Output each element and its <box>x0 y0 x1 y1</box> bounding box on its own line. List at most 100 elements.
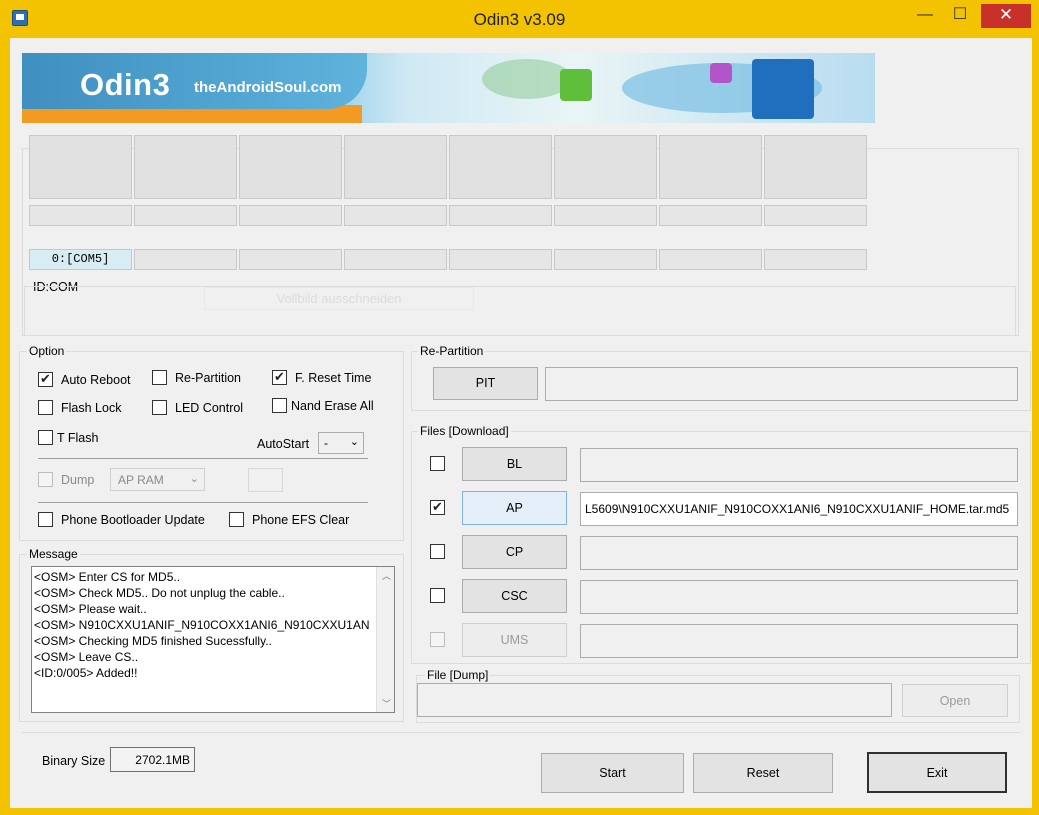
close-icon[interactable]: ✕ <box>981 4 1031 28</box>
slot-progress <box>764 205 867 226</box>
flash-lock-checkbox[interactable] <box>38 400 53 415</box>
dump-type-select[interactable]: AP RAM ⌄ <box>110 468 205 491</box>
message-line: <ID:0/005> Added!! <box>34 666 138 680</box>
device-slot <box>554 135 657 199</box>
slot-progress <box>29 205 132 226</box>
autostart-label: AutoStart <box>257 437 310 451</box>
exit-button[interactable]: Exit <box>867 752 1007 793</box>
download-blue-icon <box>752 59 814 119</box>
message-title: Message <box>27 547 80 561</box>
phone-efs-clear-checkbox[interactable] <box>229 512 244 527</box>
com-port-slot <box>239 249 342 270</box>
device-slot <box>29 135 132 199</box>
com-port-slot <box>134 249 237 270</box>
slot-progress <box>449 205 552 226</box>
message-line: <OSM> N910CXXU1ANIF_N910COXX1ANI6_N910CX… <box>34 618 370 632</box>
message-lines: <OSM> Enter CS for MD5.. <OSM> Check MD5.… <box>34 569 374 681</box>
slot-progress <box>134 205 237 226</box>
cp-checkbox[interactable] <box>430 544 445 559</box>
phone-bootloader-update-label: Phone Bootloader Update <box>61 513 205 527</box>
led-control-checkbox[interactable] <box>152 400 167 415</box>
reset-button[interactable]: Reset <box>693 753 833 793</box>
files-title: Files [Download] <box>418 424 511 438</box>
f-reset-time-label: F. Reset Time <box>295 371 372 385</box>
cp-button[interactable]: CP <box>462 535 567 569</box>
pit-button[interactable]: PIT <box>433 367 538 400</box>
phone-efs-clear-label: Phone EFS Clear <box>252 513 350 527</box>
option-title: Option <box>27 344 67 358</box>
chevron-down-icon: ⌄ <box>349 436 359 448</box>
dump-title: File [Dump] <box>425 668 491 682</box>
bl-button[interactable]: BL <box>462 447 567 481</box>
t-flash-label: T Flash <box>57 431 99 445</box>
com-port-slot <box>344 249 447 270</box>
repartition-title: Re-Partition <box>418 344 486 358</box>
cp-path-field[interactable] <box>580 536 1018 570</box>
option-separator <box>38 458 368 459</box>
bl-path-field[interactable] <box>580 448 1018 482</box>
phone-bootloader-update-checkbox[interactable] <box>38 512 53 527</box>
auto-reboot-label: Auto Reboot <box>61 373 131 387</box>
auto-reboot-checkbox[interactable] <box>38 371 53 387</box>
dump-type-value: AP RAM <box>118 473 164 487</box>
pit-path-field[interactable] <box>545 367 1018 401</box>
minimize-icon[interactable]: — <box>910 4 940 28</box>
csc-button[interactable]: CSC <box>462 579 567 613</box>
open-button[interactable]: Open <box>902 684 1008 717</box>
banner-logo: Odin3 <box>80 67 171 102</box>
banner: Odin3 theAndroidSoul.com <box>22 53 875 123</box>
device-slot <box>764 135 867 199</box>
idcom-box <box>24 286 1016 336</box>
map-continent-shape <box>482 59 572 99</box>
autostart-select[interactable]: - ⌄ <box>318 432 364 454</box>
nand-erase-all-checkbox[interactable] <box>272 398 287 413</box>
start-button[interactable]: Start <box>541 753 684 793</box>
message-scrollbar[interactable]: ︿ ﹀ <box>376 567 394 712</box>
option-separator <box>38 502 368 503</box>
bl-checkbox[interactable] <box>430 456 445 471</box>
com-port-label: 0:[COM5] <box>29 249 132 270</box>
maximize-icon[interactable]: ☐ <box>944 4 976 28</box>
csc-checkbox[interactable] <box>430 588 445 603</box>
com-port-slot <box>449 249 552 270</box>
com-port-slot <box>659 249 762 270</box>
ap-path-field[interactable]: L5609\N910CXXU1ANIF_N910COXX1ANI6_N910CX… <box>580 492 1018 526</box>
ums-path-field[interactable] <box>580 624 1018 658</box>
device-slot <box>449 135 552 199</box>
message-log[interactable]: <OSM> Enter CS for MD5.. <OSM> Check MD5.… <box>31 566 395 713</box>
bottom-separator <box>22 732 1020 733</box>
dump-label: Dump <box>61 473 95 487</box>
ap-button[interactable]: AP <box>462 491 567 525</box>
ums-checkbox[interactable] <box>430 632 445 647</box>
csc-path-field[interactable] <box>580 580 1018 614</box>
device-slot <box>239 135 342 199</box>
binary-size-label: Binary Size <box>42 754 106 768</box>
f-reset-time-checkbox[interactable] <box>272 369 287 385</box>
scroll-up-icon[interactable]: ︿ <box>382 569 391 582</box>
flash-lock-label: Flash Lock <box>61 401 122 415</box>
re-partition-checkbox[interactable] <box>152 370 167 385</box>
ums-button[interactable]: UMS <box>462 623 567 657</box>
device-slot <box>344 135 447 199</box>
ap-checkbox[interactable] <box>430 499 445 515</box>
binary-size-value: 2702.1MB <box>110 747 195 772</box>
dump-button[interactable] <box>248 468 283 492</box>
download-green-icon <box>560 69 592 101</box>
message-line: <OSM> Check MD5.. Do not unplug the cabl… <box>34 586 285 600</box>
download-purple-icon <box>710 63 732 83</box>
dump-path-field[interactable] <box>417 683 892 717</box>
scroll-down-icon[interactable]: ﹀ <box>382 697 391 710</box>
autostart-value: - <box>324 436 328 450</box>
message-line: <OSM> Please wait.. <box>34 602 147 616</box>
com-port-slot <box>554 249 657 270</box>
slot-progress <box>344 205 447 226</box>
message-line: <OSM> Checking MD5 finished Sucessfully.… <box>34 634 272 648</box>
message-line: <OSM> Enter CS for MD5.. <box>34 570 181 584</box>
com-port-slot <box>764 249 867 270</box>
t-flash-checkbox[interactable] <box>38 430 53 445</box>
slot-progress <box>239 205 342 226</box>
nand-erase-all-label: Nand Erase All <box>291 399 374 413</box>
re-partition-label: Re-Partition <box>175 371 241 385</box>
dump-checkbox[interactable] <box>38 472 53 487</box>
message-line: <OSM> Leave CS.. <box>34 650 139 664</box>
